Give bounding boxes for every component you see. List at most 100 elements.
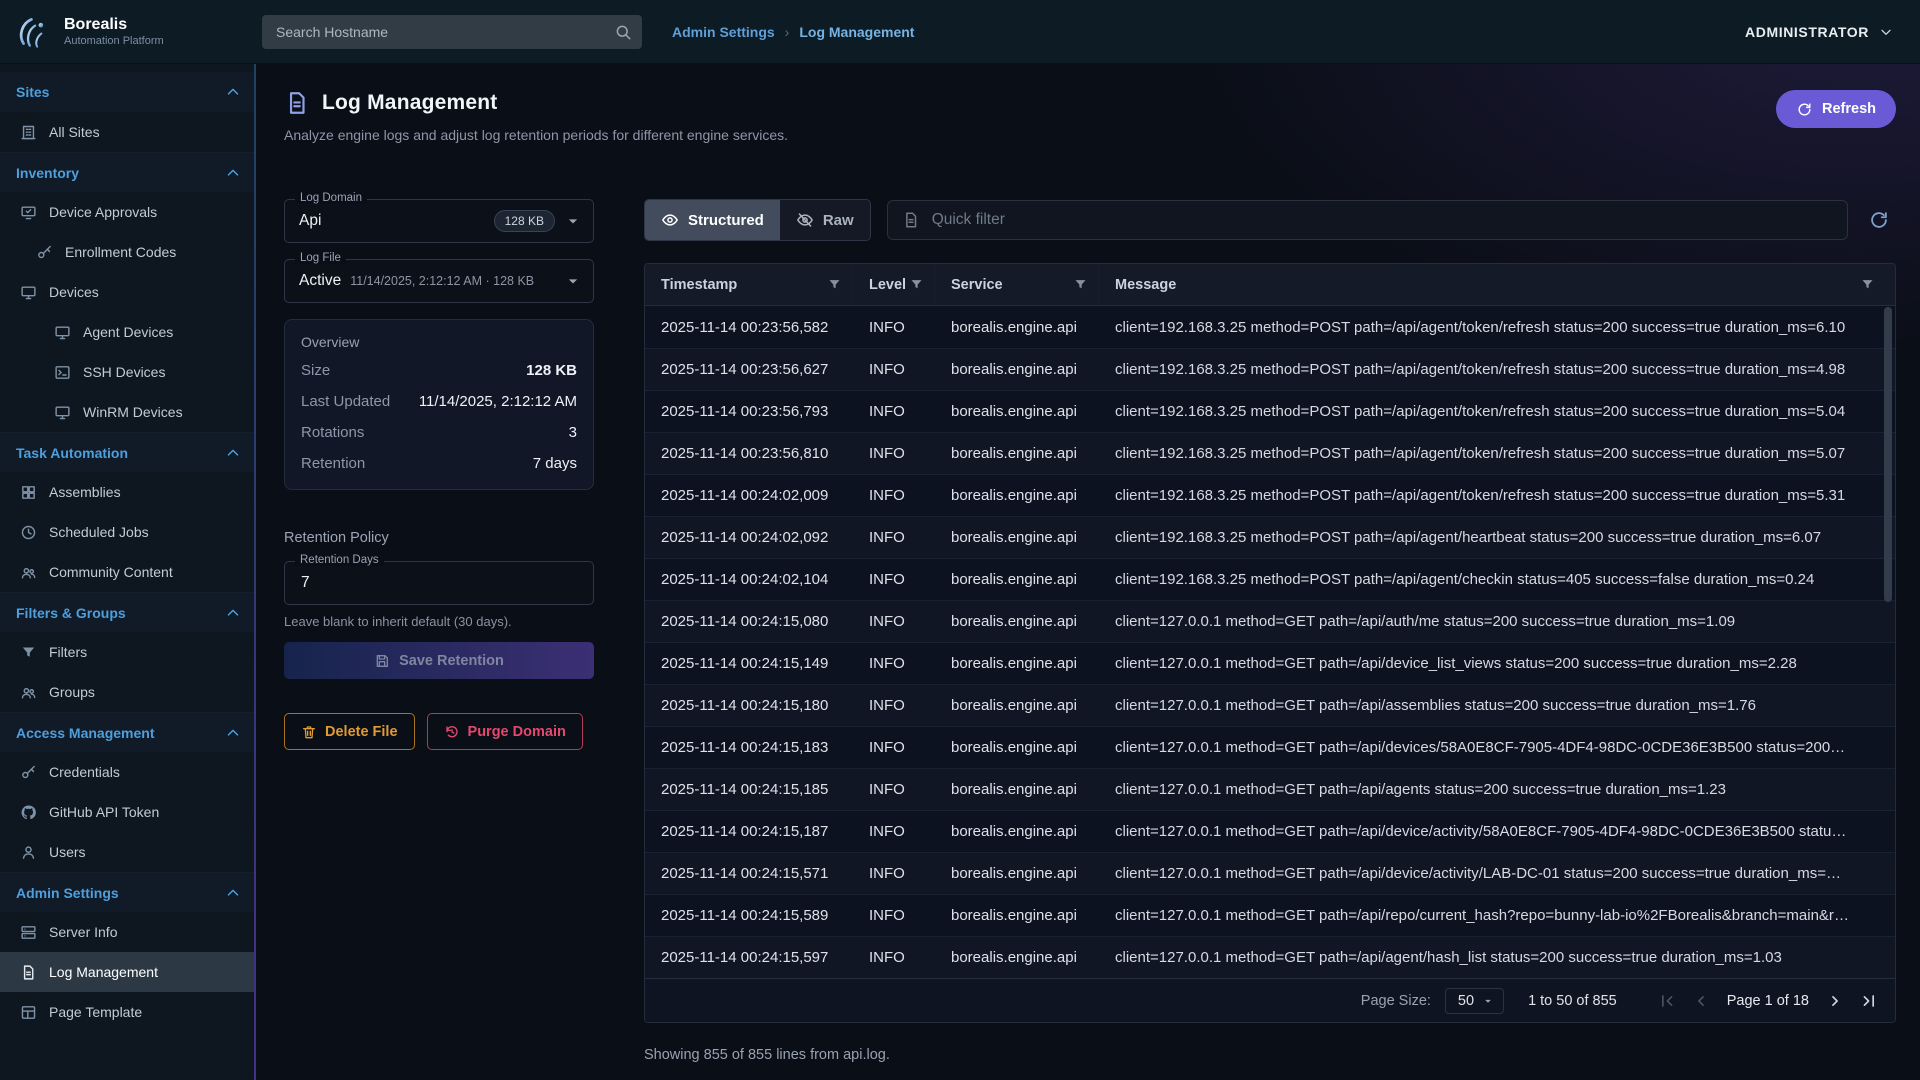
log-domain-label: Log Domain [295, 192, 367, 204]
sidebar-item-devices[interactable]: Devices [0, 272, 256, 312]
table-row[interactable]: 2025-11-14 00:24:02,092INFOborealis.engi… [645, 516, 1895, 558]
user-menu-label: ADMINISTRATOR [1745, 24, 1869, 40]
refresh-button[interactable]: Refresh [1776, 90, 1896, 128]
chevron-down-icon [1878, 24, 1894, 40]
filter-icon[interactable] [1073, 277, 1088, 292]
sidebar-section-access-management[interactable]: Access Management [0, 712, 256, 752]
overview-row-last-updated: Last Updated11/14/2025, 2:12:12 AM [301, 386, 577, 417]
table-row[interactable]: 2025-11-14 00:24:02,104INFOborealis.engi… [645, 558, 1895, 600]
table-row[interactable]: 2025-11-14 00:24:15,187INFOborealis.engi… [645, 810, 1895, 852]
first-page-button[interactable] [1657, 991, 1677, 1011]
table-row[interactable]: 2025-11-14 00:23:56,627INFOborealis.engi… [645, 348, 1895, 390]
table-row[interactable]: 2025-11-14 00:23:56,793INFOborealis.engi… [645, 390, 1895, 432]
table-row[interactable]: 2025-11-14 00:24:15,589INFOborealis.engi… [645, 894, 1895, 936]
log-domain-select[interactable]: Log Domain Api 128 KB [284, 199, 594, 243]
log-icon [902, 211, 920, 229]
scrollbar-thumb[interactable] [1884, 307, 1892, 602]
view-toggle: Structured Raw [644, 199, 871, 241]
quick-filter[interactable] [887, 200, 1848, 240]
previous-page-button[interactable] [1691, 991, 1711, 1011]
sidebar-section-inventory[interactable]: Inventory [0, 152, 256, 192]
cell-service: borealis.engine.api [935, 445, 1099, 462]
page-size-select[interactable]: 50 [1445, 988, 1504, 1014]
sidebar-item-log-management[interactable]: Log Management [0, 952, 256, 992]
purge-domain-button[interactable]: Purge Domain [427, 713, 583, 750]
retention-days-input[interactable] [299, 573, 583, 593]
cell-level: INFO [853, 865, 935, 882]
sidebar-item-server-info[interactable]: Server Info [0, 912, 256, 952]
sidebar-section-sites[interactable]: Sites [0, 72, 256, 112]
cell-service: borealis.engine.api [935, 487, 1099, 504]
topbar: Borealis Automation Platform Admin Setti… [0, 0, 1920, 64]
chevron-up-icon [224, 83, 242, 101]
breadcrumb: Admin Settings › Log Management [672, 24, 914, 40]
save-icon [374, 653, 390, 669]
breadcrumb-admin-settings[interactable]: Admin Settings [672, 24, 775, 40]
save-retention-button[interactable]: Save Retention [284, 642, 594, 679]
retention-days-field[interactable]: Retention Days [284, 561, 594, 605]
sidebar-item-page-template[interactable]: Page Template [0, 992, 256, 1032]
building-icon [20, 124, 37, 141]
chevron-down-icon [563, 271, 583, 291]
pagination-range: 1 to 50 of 855 [1528, 993, 1617, 1009]
sidebar-item-users[interactable]: Users [0, 832, 256, 872]
filter-icon[interactable] [827, 277, 842, 292]
sidebar-item-assemblies[interactable]: Assemblies [0, 472, 256, 512]
sidebar-item-all-sites[interactable]: All Sites [0, 112, 256, 152]
breadcrumb-log-management[interactable]: Log Management [799, 24, 914, 40]
structured-view-button[interactable]: Structured [645, 200, 780, 240]
sidebar-item-filters[interactable]: Filters [0, 632, 256, 672]
table-row[interactable]: 2025-11-14 00:24:15,180INFOborealis.engi… [645, 684, 1895, 726]
sidebar-item-winrm-devices[interactable]: WinRM Devices [0, 392, 256, 432]
table-row[interactable]: 2025-11-14 00:24:15,185INFOborealis.engi… [645, 768, 1895, 810]
cell-timestamp: 2025-11-14 00:24:15,080 [645, 613, 853, 630]
user-menu[interactable]: ADMINISTRATOR [1745, 24, 1920, 40]
eye-off-icon [796, 211, 814, 229]
sidebar-section-task-automation[interactable]: Task Automation [0, 432, 256, 472]
sidebar-item-credentials[interactable]: Credentials [0, 752, 256, 792]
cell-message: client=127.0.0.1 method=GET path=/api/as… [1099, 697, 1895, 714]
table-row[interactable]: 2025-11-14 00:24:15,571INFOborealis.engi… [645, 852, 1895, 894]
sidebar-item-scheduled-jobs[interactable]: Scheduled Jobs [0, 512, 256, 552]
cell-message: client=127.0.0.1 method=GET path=/api/de… [1099, 865, 1895, 882]
cell-message: client=127.0.0.1 method=GET path=/api/de… [1099, 823, 1895, 840]
last-page-button[interactable] [1859, 991, 1879, 1011]
cell-level: INFO [853, 655, 935, 672]
sidebar-item-enrollment-codes[interactable]: Enrollment Codes [0, 232, 256, 272]
cell-service: borealis.engine.api [935, 823, 1099, 840]
quick-filter-input[interactable] [930, 210, 1833, 230]
sidebar-item-groups[interactable]: Groups [0, 672, 256, 712]
sidebar-section-filters-groups[interactable]: Filters & Groups [0, 592, 256, 632]
sidebar-item-github-api-token[interactable]: GitHub API Token [0, 792, 256, 832]
log-file-value: Active [299, 272, 341, 290]
table-row[interactable]: 2025-11-14 00:24:15,149INFOborealis.engi… [645, 642, 1895, 684]
monitor-icon [54, 324, 71, 341]
raw-view-button[interactable]: Raw [780, 200, 870, 240]
table-refresh-button[interactable] [1862, 203, 1896, 237]
filter-icon[interactable] [1860, 277, 1875, 292]
table-row[interactable]: 2025-11-14 00:24:02,009INFOborealis.engi… [645, 474, 1895, 516]
filter-icon[interactable] [909, 277, 924, 292]
cell-message: client=192.168.3.25 method=POST path=/ap… [1099, 319, 1895, 336]
page-title: Log Management [322, 91, 497, 115]
key-icon [20, 764, 37, 781]
sidebar-item-community-content[interactable]: Community Content [0, 552, 256, 592]
people-icon [20, 564, 37, 581]
sidebar-item-agent-devices[interactable]: Agent Devices [0, 312, 256, 352]
table-row[interactable]: 2025-11-14 00:23:56,582INFOborealis.engi… [645, 306, 1895, 348]
table-row[interactable]: 2025-11-14 00:23:56,810INFOborealis.engi… [645, 432, 1895, 474]
table-row[interactable]: 2025-11-14 00:24:15,080INFOborealis.engi… [645, 600, 1895, 642]
sidebar-item-ssh-devices[interactable]: SSH Devices [0, 352, 256, 392]
table-row[interactable]: 2025-11-14 00:24:15,597INFOborealis.engi… [645, 936, 1895, 978]
sidebar-item-device-approvals[interactable]: Device Approvals [0, 192, 256, 232]
pagination-page-indicator: Page 1 of 18 [1727, 993, 1809, 1009]
sidebar-section-admin-settings[interactable]: Admin Settings [0, 872, 256, 912]
delete-file-button[interactable]: Delete File [284, 713, 415, 750]
table-row[interactable]: 2025-11-14 00:24:15,183INFOborealis.engi… [645, 726, 1895, 768]
next-page-button[interactable] [1825, 991, 1845, 1011]
log-file-select[interactable]: Log File Active 11/14/2025, 2:12:12 AM ·… [284, 259, 594, 303]
hostname-search-input[interactable] [274, 23, 614, 41]
hostname-search[interactable] [262, 15, 642, 49]
page-header: Log Management Analyze engine logs and a… [284, 90, 1896, 143]
table-scrollbar[interactable] [1884, 307, 1892, 977]
